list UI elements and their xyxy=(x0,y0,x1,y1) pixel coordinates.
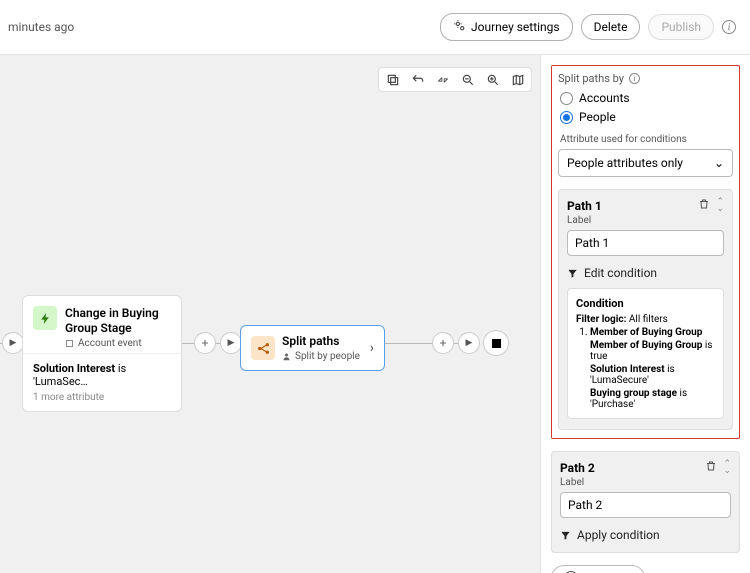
trash-icon[interactable] xyxy=(698,198,710,213)
path-label-input[interactable] xyxy=(560,492,731,518)
last-saved-label: minutes ago xyxy=(8,20,74,34)
node-title: Change in Buying Group Stage xyxy=(65,306,171,336)
add-node-button[interactable]: + xyxy=(194,332,216,354)
lightning-icon xyxy=(33,306,57,330)
path-block-2: Path 2 ⌃⌄ Label Apply condition xyxy=(551,451,740,553)
reorder-arrows[interactable]: ⌃⌄ xyxy=(716,199,724,212)
arrow-right-icon: ▶ xyxy=(466,338,473,348)
radio-accounts[interactable]: Accounts xyxy=(560,91,731,105)
undo-icon[interactable] xyxy=(410,72,425,87)
radio-people[interactable]: People xyxy=(560,110,731,124)
person-icon xyxy=(282,352,291,361)
label-caption: Label xyxy=(567,215,724,226)
node-split-paths[interactable]: Split paths Split by people › xyxy=(240,325,385,371)
trash-icon[interactable] xyxy=(705,460,717,475)
map-icon[interactable] xyxy=(510,72,525,87)
node-subtitle: Account event xyxy=(65,338,171,349)
collapse-icon[interactable] xyxy=(435,72,450,87)
chevron-right-icon: › xyxy=(370,340,374,356)
zoom-out-icon[interactable] xyxy=(460,72,475,87)
attribute-label: Attribute used for conditions xyxy=(560,134,733,145)
node-subtitle: Split by people xyxy=(282,351,363,362)
node-account-event[interactable]: Change in Buying Group Stage Account eve… xyxy=(22,295,182,412)
gear-icon xyxy=(453,19,466,35)
reorder-arrows[interactable]: ⌃⌄ xyxy=(723,461,731,474)
label-caption: Label xyxy=(560,477,731,488)
apply-condition-button[interactable]: Apply condition xyxy=(560,528,731,542)
add-node-button[interactable]: + xyxy=(432,332,454,354)
attribute-select[interactable]: People attributes only ⌄ xyxy=(558,149,733,177)
condition-summary: Condition Filter logic: All filters Memb… xyxy=(567,288,724,419)
top-actions: Journey settings Delete Publish i xyxy=(440,13,736,41)
add-path-button[interactable]: + Add path xyxy=(551,565,645,573)
publish-button[interactable]: Publish xyxy=(648,14,714,40)
highlighted-section: Split paths by i Accounts People Attribu… xyxy=(551,65,740,439)
end-node[interactable] xyxy=(483,330,509,356)
filter-icon xyxy=(567,268,578,279)
arrow-right-icon: ▶ xyxy=(228,338,235,348)
node-detail: Solution Interest is 'LumaSec… xyxy=(33,362,171,388)
zoom-in-icon[interactable] xyxy=(485,72,500,87)
path-block-1: Path 1 ⌃⌄ Label Edit condition Condition… xyxy=(558,189,733,430)
radio-icon xyxy=(560,92,573,105)
split-panel: Split paths by i Accounts People Attribu… xyxy=(540,55,750,573)
journey-canvas[interactable]: ▶ + ▶ + ▶ Change in Buying Group Stage A… xyxy=(0,55,540,573)
split-icon xyxy=(251,336,275,360)
path-title: Path 2 xyxy=(560,461,595,475)
radio-icon xyxy=(560,111,573,124)
building-icon xyxy=(65,339,74,348)
info-icon[interactable]: i xyxy=(722,20,736,34)
delete-button[interactable]: Delete xyxy=(581,14,641,40)
canvas-toolbar xyxy=(378,67,532,92)
chevron-down-icon: ⌄ xyxy=(714,156,724,170)
arrow-right-icon: ▶ xyxy=(10,338,17,348)
path-label-input[interactable] xyxy=(567,230,724,256)
info-icon[interactable]: i xyxy=(629,73,640,84)
split-by-label: Split paths by i xyxy=(558,72,733,85)
node-title: Split paths xyxy=(282,334,363,349)
top-bar: minutes ago Journey settings Delete Publ… xyxy=(0,0,750,55)
node-more-link[interactable]: 1 more attribute xyxy=(33,392,171,403)
copy-icon[interactable] xyxy=(385,72,400,87)
filter-icon xyxy=(560,530,571,541)
journey-settings-button[interactable]: Journey settings xyxy=(440,13,573,41)
path-title: Path 1 xyxy=(567,199,602,213)
journey-settings-label: Journey settings xyxy=(471,20,560,34)
edit-condition-button[interactable]: Edit condition xyxy=(567,266,724,280)
